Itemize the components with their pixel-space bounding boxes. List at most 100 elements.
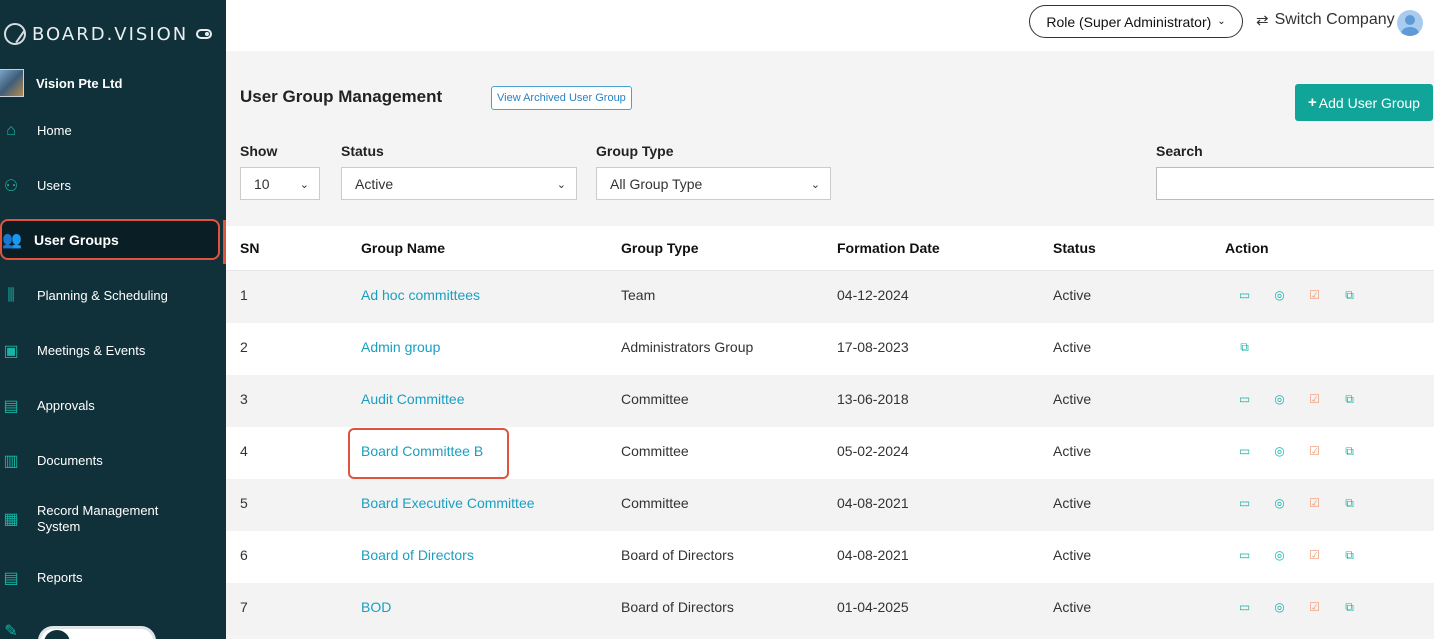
sidebar-item-label: Documents (37, 453, 103, 468)
status-select[interactable]: Active ⌄ (341, 167, 577, 200)
cell-status: Active (1053, 547, 1092, 563)
cell-sn: 6 (240, 547, 248, 563)
user-avatar[interactable] (1397, 10, 1423, 36)
plus-icon: + (1308, 94, 1317, 111)
cell-formation-date: 04-08-2021 (837, 547, 909, 563)
cell-actions: ⧉ (1225, 323, 1425, 354)
location-icon[interactable]: ◎ (1270, 496, 1289, 510)
group-name-link[interactable]: BOD (361, 583, 621, 615)
calendar-icon[interactable]: ▭ (1235, 288, 1254, 302)
location-icon[interactable]: ◎ (1270, 288, 1289, 302)
cell-sn: 1 (240, 287, 248, 303)
sidebar-item-user-groups[interactable]: 👥 User Groups (0, 219, 220, 260)
chevron-down-icon: ⌄ (299, 179, 309, 191)
cell-formation-date: 05-02-2024 (837, 443, 909, 459)
edit-icon[interactable]: ☑ (1305, 444, 1324, 458)
cell-status: Active (1053, 287, 1092, 303)
sidebar-item-label: Approvals (37, 398, 95, 413)
signature-icon: ✎ (4, 623, 18, 639)
brand-name: BOARD.VISION (32, 23, 189, 45)
edit-icon[interactable]: ☑ (1305, 600, 1324, 614)
switch-icon: ⇄ (1256, 12, 1269, 29)
calendar-icon[interactable]: ▭ (1235, 600, 1254, 614)
switch-company-button[interactable]: ⇄ Switch Company (1256, 11, 1395, 29)
sidebar-item-home[interactable]: ⌂ Home (0, 120, 226, 142)
company-avatar (0, 69, 24, 97)
header-sn[interactable]: SN (226, 240, 361, 256)
edit-icon[interactable]: ☑ (1305, 392, 1324, 406)
copy-icon[interactable]: ⧉ (1340, 288, 1359, 302)
table-body: 1 Ad hoc committees Team 04-12-2024 Active ▭ ◎… (226, 271, 1434, 635)
cell-formation-date: 13-06-2018 (837, 391, 909, 407)
sidebar-item-reports[interactable]: ▤ Reports (0, 567, 226, 589)
role-label: Role (Super Administrator) (1046, 13, 1212, 30)
status-label: Status (341, 143, 384, 159)
sidebar-item-label: Reports (37, 570, 83, 585)
group-name-link[interactable]: Ad hoc committees (361, 271, 621, 303)
sidebar-item-planning[interactable]: ⫼ Planning & Scheduling (0, 285, 226, 307)
record-icon: ▦ (3, 511, 19, 528)
main-content: User Group Management View Archived User… (226, 51, 1434, 639)
chevron-down-icon: ⌄ (1217, 16, 1226, 27)
header-action: Action (1225, 240, 1269, 256)
company-switcher[interactable]: Vision Pte Ltd (0, 68, 226, 98)
show-select[interactable]: 10 ⌄ (240, 167, 320, 200)
copy-icon[interactable]: ⧉ (1340, 600, 1359, 614)
cell-group-type: Board of Directors (621, 547, 734, 563)
search-input[interactable] (1156, 167, 1434, 200)
location-icon[interactable]: ◎ (1270, 444, 1289, 458)
sidebar: BOARD.VISION Vision Pte Ltd ⌂ Home ⚇ Use… (0, 0, 226, 639)
logo[interactable]: BOARD.VISION (0, 0, 226, 68)
document-icon: ▤ (3, 398, 19, 415)
edit-icon[interactable]: ☑ (1305, 288, 1324, 302)
cell-group-type: Committee (621, 495, 689, 511)
role-dropdown[interactable]: Role (Super Administrator) ⌄ (1029, 5, 1243, 38)
cell-status: Active (1053, 339, 1092, 355)
calendar-icon[interactable]: ▭ (1235, 496, 1254, 510)
group-name-link[interactable]: Board Executive Committee (361, 479, 621, 511)
header-status[interactable]: Status (1053, 240, 1225, 256)
copy-icon[interactable]: ⧉ (1340, 496, 1359, 510)
add-user-group-button[interactable]: + Add User Group (1295, 84, 1433, 121)
cell-sn: 3 (240, 391, 248, 407)
sidebar-item-meetings[interactable]: ▣ Meetings & Events (0, 340, 226, 362)
edit-icon[interactable]: ☑ (1305, 496, 1324, 510)
calendar-icon[interactable]: ▭ (1235, 392, 1254, 406)
group-name-link[interactable]: Audit Committee (361, 375, 621, 407)
cell-group-type: Committee (621, 391, 689, 407)
top-bar: Role (Super Administrator) ⌄ ⇄ Switch Co… (226, 0, 1434, 51)
copy-icon[interactable]: ⧉ (1235, 340, 1254, 354)
group-name-link[interactable]: Board of Directors (361, 531, 621, 563)
table-row: 6 Board of Directors Board of Directors 04-… (226, 531, 1434, 583)
copy-icon[interactable]: ⧉ (1340, 444, 1359, 458)
calendar-icon[interactable]: ▭ (1235, 444, 1254, 458)
header-group-name[interactable]: Group Name (361, 240, 621, 256)
sidebar-item-record-management[interactable]: ▦ Record Management System (0, 502, 226, 536)
group-type-select[interactable]: All Group Type ⌄ (596, 167, 831, 200)
location-icon[interactable]: ◎ (1270, 548, 1289, 562)
location-icon[interactable]: ◎ (1270, 392, 1289, 406)
sidebar-item-documents[interactable]: ▥ Documents (0, 450, 226, 472)
group-name-link[interactable]: Admin group (361, 323, 621, 355)
sidebar-item-approvals[interactable]: ▤ Approvals (0, 395, 226, 417)
page-title: User Group Management (240, 87, 443, 106)
sidebar-item-label: Home (37, 123, 72, 138)
cell-status: Active (1053, 443, 1092, 459)
sidebar-item-users[interactable]: ⚇ Users (0, 175, 226, 197)
edit-icon[interactable]: ☑ (1305, 548, 1324, 562)
calendar-icon[interactable]: ▭ (1235, 548, 1254, 562)
company-name: Vision Pte Ltd (36, 75, 123, 91)
group-name-link[interactable]: Board Committee B (361, 427, 621, 459)
cell-actions: ▭ ◎ ☑ ⧉ (1225, 427, 1425, 459)
documents-icon: ▥ (3, 453, 19, 470)
view-archived-button[interactable]: View Archived User Group (491, 86, 632, 110)
header-formation-date[interactable]: Formation Date (837, 240, 1053, 256)
location-icon[interactable]: ◎ (1270, 600, 1289, 614)
sidebar-toggle-icon[interactable] (196, 29, 212, 39)
report-icon: ▤ (3, 570, 19, 587)
header-group-type[interactable]: Group Type (621, 240, 837, 256)
copy-icon[interactable]: ⧉ (1340, 392, 1359, 406)
cell-group-type: Board of Directors (621, 599, 734, 615)
group-type-label: Group Type (596, 143, 674, 159)
copy-icon[interactable]: ⧉ (1340, 548, 1359, 562)
